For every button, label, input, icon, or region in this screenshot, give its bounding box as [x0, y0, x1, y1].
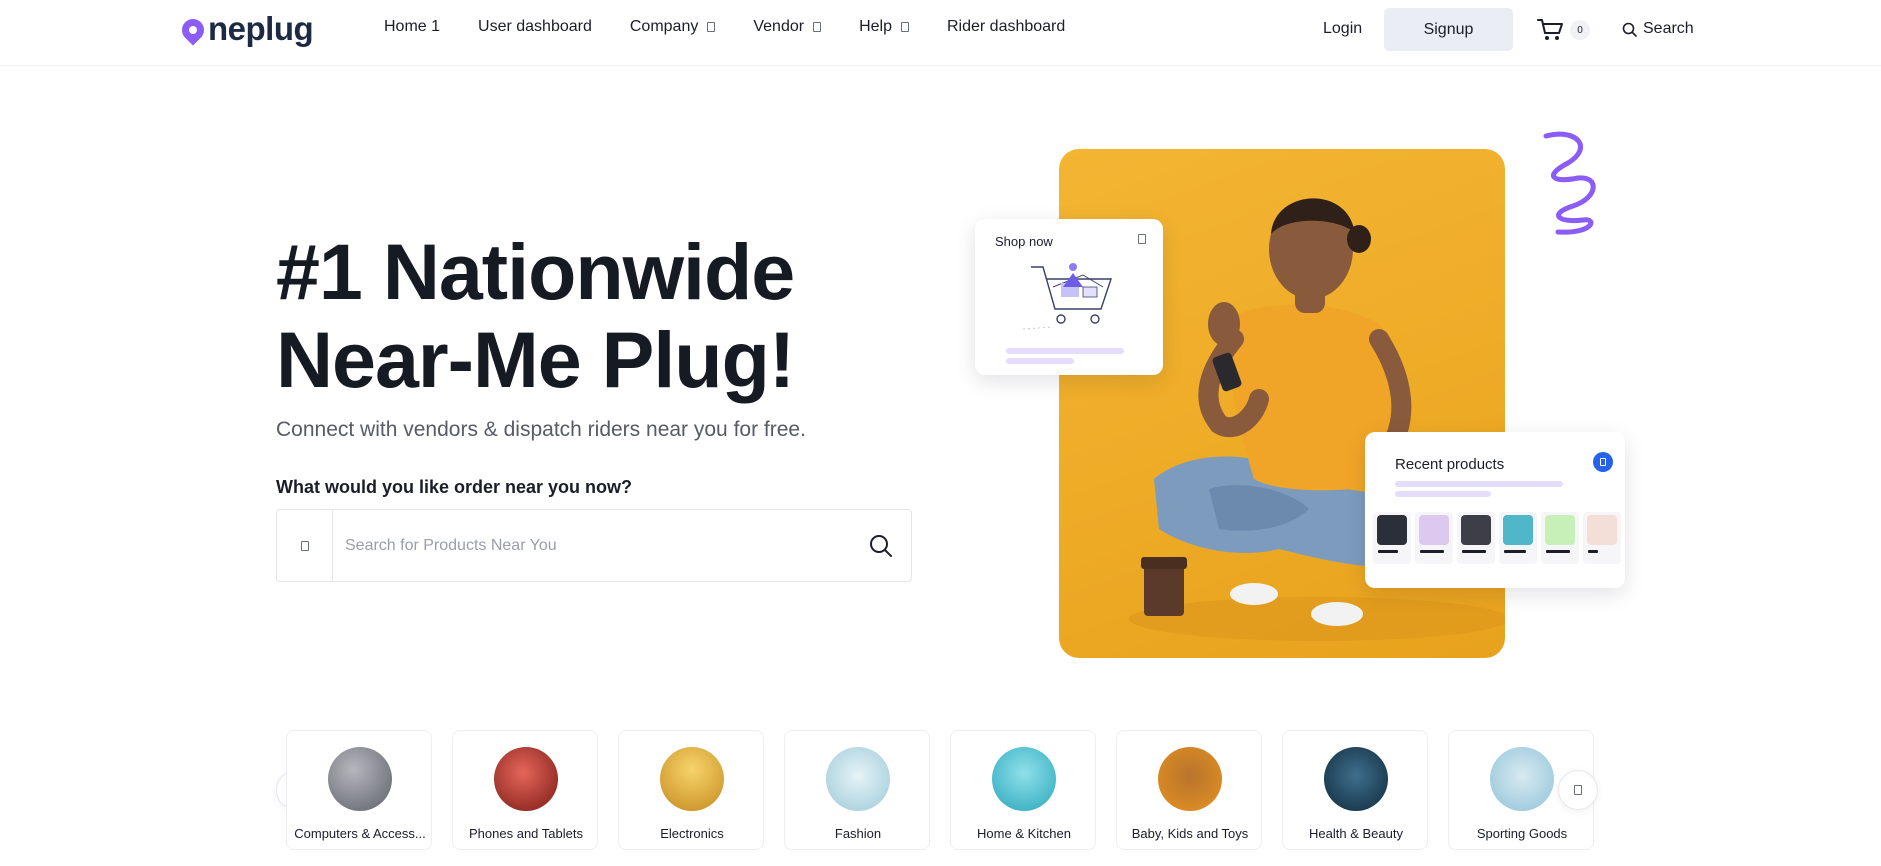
category-label: Home & Kitchen — [977, 826, 1071, 841]
hero-title: #1 Nationwide Near-Me Plug! — [276, 228, 876, 404]
nav-item-rider-dashboard[interactable]: Rider dashboard — [947, 18, 1065, 36]
category-card[interactable]: Fashion — [784, 730, 930, 850]
nav-item-user-dashboard[interactable]: User dashboard — [478, 18, 592, 36]
nav-label: Company — [629, 18, 699, 35]
ball-icon — [1490, 747, 1554, 811]
nav-label: Home 1 — [384, 18, 441, 35]
category-label: Fashion — [834, 826, 882, 841]
main-nav: Home 1 User dashboard Company Vendor Hel… — [384, 18, 1103, 36]
product-thumbnail[interactable] — [1499, 512, 1537, 564]
close-icon[interactable] — [1138, 234, 1146, 244]
nav-label: Help — [859, 18, 892, 35]
product-thumbnail[interactable] — [1415, 512, 1453, 564]
nav-label: Vendor — [753, 18, 805, 35]
search-icon — [1622, 22, 1637, 37]
recent-products-badge[interactable] — [1593, 452, 1613, 472]
product-search-input[interactable] — [333, 510, 851, 581]
electronics-icon — [660, 747, 724, 811]
category-card[interactable]: Baby, Kids and Toys — [1116, 730, 1262, 850]
nav-item-home[interactable]: Home 1 — [384, 18, 440, 36]
category-label: Electronics — [660, 826, 724, 841]
chevron-right-icon — [1574, 785, 1582, 795]
category-label: Sporting Goods — [1476, 826, 1568, 841]
shoe-icon — [826, 747, 890, 811]
product-thumbnail[interactable] — [1583, 512, 1621, 564]
search-prompt: What would you like order near you now? — [276, 477, 633, 497]
appliance-icon — [992, 747, 1056, 811]
category-label: Computers & Access... — [294, 826, 426, 841]
location-button[interactable] — [277, 510, 333, 581]
category-card[interactable]: Computers & Access... — [286, 730, 432, 850]
chevron-down-icon — [813, 22, 822, 32]
category-label: Phones and Tablets — [469, 826, 583, 841]
cosmetics-icon — [1324, 747, 1388, 811]
location-icon — [300, 540, 309, 551]
category-carousel: Computers & Access... Phones and Tablets… — [286, 730, 1614, 850]
nav-label: Rider dashboard — [946, 18, 1066, 35]
recent-products-list — [1373, 512, 1625, 564]
recent-products-card[interactable]: Recent products — [1365, 432, 1625, 588]
search-submit-button[interactable] — [851, 511, 911, 581]
hero-title-line1: #1 Nationwide — [276, 227, 795, 316]
hero-subtitle: Connect with vendors & dispatch riders n… — [276, 418, 806, 441]
signup-button[interactable]: Signup — [1384, 8, 1513, 51]
category-card[interactable]: Health & Beauty — [1282, 730, 1428, 850]
search-icon — [870, 534, 892, 557]
decorative-squiggle — [1543, 131, 1596, 235]
category-label: Health & Beauty — [1309, 826, 1403, 841]
categories-next-button[interactable] — [1558, 770, 1598, 810]
brand-name: neplug — [208, 10, 314, 47]
cart-icon[interactable] — [1537, 18, 1565, 42]
product-thumbnail[interactable] — [1541, 512, 1579, 564]
shop-now-card[interactable]: Shop now — [975, 219, 1163, 375]
brand-logo[interactable]: neplug — [177, 10, 314, 48]
shopping-cart-icon — [1023, 263, 1112, 330]
category-card[interactable]: Phones and Tablets — [452, 730, 598, 850]
nav-item-vendor[interactable]: Vendor — [753, 18, 822, 36]
category-card[interactable]: Home & Kitchen — [950, 730, 1096, 850]
cart-count-badge: 0 — [1570, 20, 1590, 40]
category-card[interactable]: Electronics — [618, 730, 764, 850]
nav-item-help[interactable]: Help — [859, 18, 909, 36]
search-link[interactable]: Search — [1622, 20, 1694, 38]
product-thumbnail[interactable] — [1373, 512, 1411, 564]
hero-title-line2: Near-Me Plug! — [276, 315, 795, 404]
nav-item-company[interactable]: Company — [629, 18, 716, 36]
product-thumbnail[interactable] — [1457, 512, 1495, 564]
recent-products-title: Recent products — [1395, 456, 1505, 473]
nav-label: User dashboard — [478, 18, 592, 35]
chevron-down-icon — [900, 22, 909, 32]
phone-icon — [494, 747, 558, 811]
top-navbar: neplug Home 1 User dashboard Company Ven… — [0, 0, 1881, 66]
login-link[interactable]: Login — [1323, 20, 1362, 38]
shop-now-title: Shop now — [995, 234, 1053, 249]
search-link-label: Search — [1643, 20, 1694, 37]
chevron-down-icon — [707, 22, 716, 32]
location-pin-icon — [177, 14, 209, 46]
product-search-bar — [276, 509, 912, 582]
laptop-icon — [328, 747, 392, 811]
teddy-bear-icon — [1158, 747, 1222, 811]
category-label: Baby, Kids and Toys — [1131, 826, 1249, 841]
